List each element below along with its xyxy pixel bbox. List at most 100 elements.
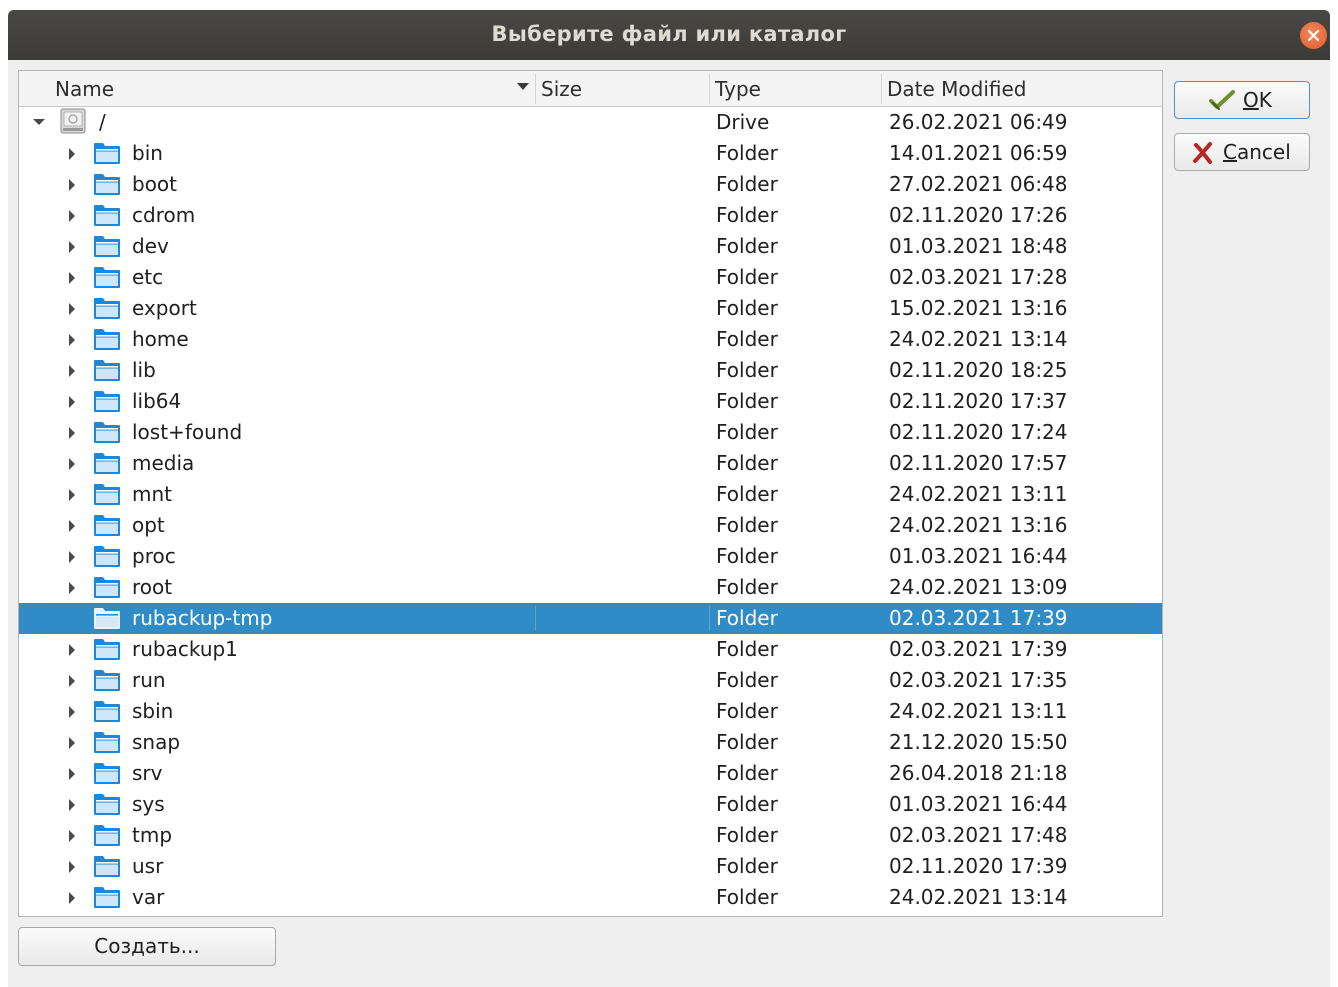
tree-row[interactable]: var Folder 24.02.2021 13:14 <box>19 882 1162 913</box>
tree-row[interactable]: rubackup-tmp Folder 02.03.2021 17:39 <box>19 603 1162 634</box>
row-name: media <box>132 451 195 475</box>
tree-row[interactable]: lost+found Folder 02.11.2020 17:24 <box>19 417 1162 448</box>
column-header-name[interactable]: Name <box>55 71 114 106</box>
cancel-button[interactable]: Cancel <box>1174 133 1310 171</box>
folder-icon <box>93 141 121 171</box>
collapsed-arrow-icon[interactable] <box>65 851 79 882</box>
tree-row[interactable]: rubackup1 Folder 02.03.2021 17:39 <box>19 634 1162 665</box>
collapsed-arrow-icon[interactable] <box>65 820 79 851</box>
row-name: usr <box>132 854 164 878</box>
ok-button-label: OK <box>1243 88 1272 112</box>
tree-row[interactable]: home Folder 24.02.2021 13:14 <box>19 324 1162 355</box>
tree-row[interactable]: bin Folder 14.01.2021 06:59 <box>19 138 1162 169</box>
collapsed-arrow-icon[interactable] <box>65 572 79 603</box>
tree-row[interactable]: run Folder 02.03.2021 17:35 <box>19 665 1162 696</box>
tree-row[interactable]: opt Folder 24.02.2021 13:16 <box>19 510 1162 541</box>
collapsed-arrow-icon[interactable] <box>65 510 79 541</box>
collapsed-arrow-icon[interactable] <box>65 200 79 231</box>
folder-icon <box>93 482 121 512</box>
row-type: Folder <box>716 172 778 196</box>
tree-row[interactable]: etc Folder 02.03.2021 17:28 <box>19 262 1162 293</box>
folder-icon <box>93 761 121 791</box>
tree-row[interactable]: snap Folder 21.12.2020 15:50 <box>19 727 1162 758</box>
collapsed-arrow-icon[interactable] <box>65 634 79 665</box>
folder-icon <box>93 296 121 326</box>
column-separator[interactable] <box>709 74 710 104</box>
row-name: tmp <box>132 823 173 847</box>
expanded-arrow-icon[interactable] <box>31 107 45 138</box>
collapsed-arrow-icon[interactable] <box>65 541 79 572</box>
row-name: run <box>132 668 166 692</box>
row-date-modified: 24.02.2021 13:09 <box>889 575 1068 599</box>
folder-icon <box>93 389 121 419</box>
ok-button[interactable]: OK <box>1174 81 1310 119</box>
collapsed-arrow-icon[interactable] <box>65 727 79 758</box>
tree-row[interactable]: boot Folder 27.02.2021 06:48 <box>19 169 1162 200</box>
tree-row[interactable]: mnt Folder 24.02.2021 13:11 <box>19 479 1162 510</box>
row-name: proc <box>132 544 176 568</box>
title-bar[interactable]: Выберите файл или каталог <box>8 10 1330 60</box>
row-type: Folder <box>716 265 778 289</box>
cancel-button-label: Cancel <box>1223 140 1291 164</box>
row-type: Folder <box>716 513 778 537</box>
row-date-modified: 02.11.2020 17:57 <box>889 451 1068 475</box>
row-name: lib64 <box>132 389 182 413</box>
row-type: Folder <box>716 327 778 351</box>
collapsed-arrow-icon[interactable] <box>65 355 79 386</box>
create-button[interactable]: Создать... <box>18 927 276 966</box>
row-name: bin <box>132 141 163 165</box>
row-name: rubackup1 <box>132 637 238 661</box>
collapsed-arrow-icon[interactable] <box>65 448 79 479</box>
tree-row[interactable]: sys Folder 01.03.2021 16:44 <box>19 789 1162 820</box>
collapsed-arrow-icon[interactable] <box>65 417 79 448</box>
tree-row[interactable]: export Folder 15.02.2021 13:16 <box>19 293 1162 324</box>
collapsed-arrow-icon[interactable] <box>65 231 79 262</box>
folder-icon <box>93 854 121 884</box>
row-date-modified: 01.03.2021 18:48 <box>889 234 1068 258</box>
tree-row[interactable]: srv Folder 26.04.2018 21:18 <box>19 758 1162 789</box>
close-button[interactable] <box>1300 22 1327 49</box>
column-header-type[interactable]: Type <box>715 71 761 106</box>
tree-row[interactable]: tmp Folder 02.03.2021 17:48 <box>19 820 1162 851</box>
column-header-size[interactable]: Size <box>541 71 582 106</box>
folder-icon <box>93 327 121 357</box>
tree-row[interactable]: lib64 Folder 02.11.2020 17:37 <box>19 386 1162 417</box>
cancel-x-icon <box>1193 142 1212 164</box>
collapsed-arrow-icon[interactable] <box>65 386 79 417</box>
collapsed-arrow-icon[interactable] <box>65 138 79 169</box>
collapsed-arrow-icon[interactable] <box>65 293 79 324</box>
tree-row[interactable]: proc Folder 01.03.2021 16:44 <box>19 541 1162 572</box>
tree-row[interactable]: cdrom Folder 02.11.2020 17:26 <box>19 200 1162 231</box>
collapsed-arrow-icon[interactable] <box>65 324 79 355</box>
row-name: var <box>132 885 165 909</box>
row-date-modified: 02.11.2020 18:25 <box>889 358 1068 382</box>
row-type: Folder <box>716 761 778 785</box>
collapsed-arrow-icon[interactable] <box>65 758 79 789</box>
tree-row[interactable]: sbin Folder 24.02.2021 13:11 <box>19 696 1162 727</box>
collapsed-arrow-icon[interactable] <box>65 169 79 200</box>
row-date-modified: 01.03.2021 16:44 <box>889 544 1068 568</box>
column-separator[interactable] <box>535 74 536 104</box>
collapsed-arrow-icon[interactable] <box>65 696 79 727</box>
row-date-modified: 26.02.2021 06:49 <box>889 110 1068 134</box>
collapsed-arrow-icon[interactable] <box>65 665 79 696</box>
tree-row[interactable]: / Drive 26.02.2021 06:49 <box>19 107 1162 138</box>
tree-row[interactable]: dev Folder 01.03.2021 18:48 <box>19 231 1162 262</box>
column-separator[interactable] <box>881 74 882 104</box>
tree-row[interactable]: usr Folder 02.11.2020 17:39 <box>19 851 1162 882</box>
collapsed-arrow-icon[interactable] <box>65 882 79 913</box>
column-header-date[interactable]: Date Modified <box>887 71 1027 106</box>
collapsed-arrow-icon[interactable] <box>65 789 79 820</box>
drive-icon <box>59 108 87 140</box>
tree-row[interactable]: media Folder 02.11.2020 17:57 <box>19 448 1162 479</box>
collapsed-arrow-icon[interactable] <box>65 262 79 293</box>
file-tree-view[interactable]: Name Size Type Date Modified / Drive 26.02… <box>18 70 1163 917</box>
collapsed-arrow-icon[interactable] <box>65 479 79 510</box>
row-date-modified: 27.02.2021 06:48 <box>889 172 1068 196</box>
tree-row[interactable]: lib Folder 02.11.2020 18:25 <box>19 355 1162 386</box>
row-type: Folder <box>716 296 778 320</box>
folder-icon <box>93 575 121 605</box>
folder-icon <box>93 668 121 698</box>
row-type: Folder <box>716 141 778 165</box>
tree-row[interactable]: root Folder 24.02.2021 13:09 <box>19 572 1162 603</box>
